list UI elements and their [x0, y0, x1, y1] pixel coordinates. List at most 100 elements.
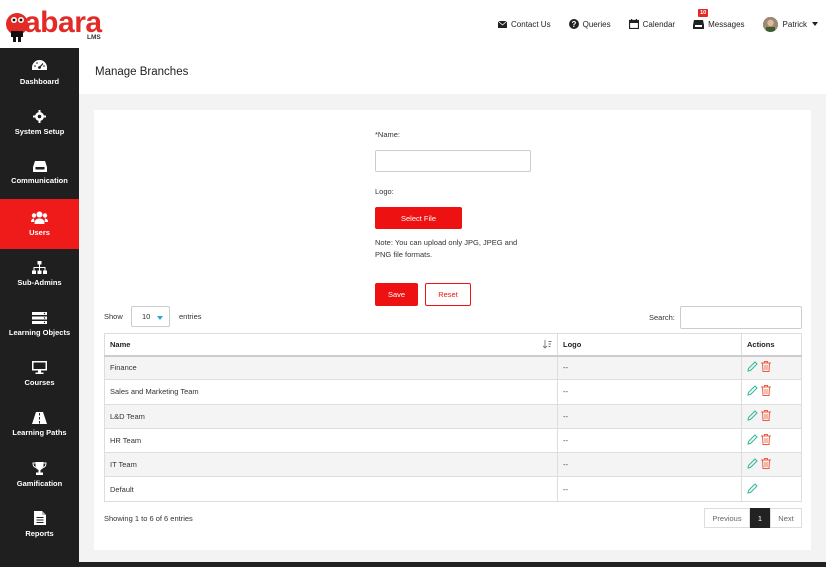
nav-calendar-label: Calendar — [642, 19, 676, 29]
nav-contact-us[interactable]: Contact Us — [498, 20, 551, 29]
search-label: Search: — [649, 313, 675, 322]
cell-logo: -- — [557, 476, 742, 502]
calendar-icon — [628, 19, 639, 29]
sidebar-label: Learning Paths — [12, 427, 67, 437]
avatar — [762, 16, 778, 32]
table-row: HR Team -- — [104, 427, 802, 454]
file-icon — [33, 511, 46, 526]
trash-icon[interactable] — [761, 385, 771, 397]
messages-badge: 10 — [698, 8, 709, 17]
cell-name: Default — [104, 476, 558, 502]
pencil-icon[interactable] — [747, 410, 758, 421]
pagination-next[interactable]: Next — [770, 508, 802, 528]
branches-table: Name Logo Actions Finance -- Sales and M… — [104, 333, 802, 502]
page-title: Manage Branches — [95, 66, 189, 78]
users-icon — [31, 211, 48, 224]
cell-actions — [741, 427, 802, 454]
sidebar-label: Reports — [25, 529, 54, 539]
top-header: abara LMS Contact Us ? Queries Calendar … — [0, 0, 826, 48]
nav-queries-label: Queries — [582, 19, 611, 29]
table-row: Finance -- — [104, 354, 802, 381]
entries-select-value: 10 — [142, 312, 151, 321]
caret-down-icon — [157, 316, 163, 320]
pencil-icon[interactable] — [747, 385, 758, 397]
user-photo-icon — [762, 16, 778, 32]
cell-logo: -- — [557, 403, 742, 429]
name-input[interactable] — [375, 150, 531, 172]
user-name: Patrick — [782, 19, 807, 29]
gear-icon — [33, 110, 46, 124]
inbox-icon — [32, 161, 47, 173]
logo-label: Logo: — [375, 187, 394, 196]
nav-messages-label: Messages — [708, 19, 745, 29]
cell-actions — [741, 452, 802, 478]
sidebar-item-learning-objects[interactable]: Learning Objects — [0, 299, 79, 349]
select-file-button[interactable]: Select File — [375, 207, 462, 229]
brand-sub: LMS — [87, 34, 101, 41]
column-header-actions: Actions — [741, 333, 802, 357]
pagination: Previous 1 Next — [704, 508, 802, 528]
table-info: Showing 1 to 6 of 6 entries — [104, 514, 193, 523]
pagination-page-1[interactable]: 1 — [750, 508, 770, 528]
show-label: Show — [104, 312, 123, 321]
entries-select[interactable]: 10 — [131, 306, 170, 327]
table-row: Sales and Marketing Team -- — [104, 379, 802, 405]
question-circle-icon: ? — [568, 19, 579, 29]
trash-icon[interactable] — [761, 434, 771, 446]
sidebar-item-reports[interactable]: Reports — [0, 500, 79, 550]
sidebar-item-sub-admins[interactable]: Sub-Admins — [0, 249, 79, 299]
cell-name: Sales and Marketing Team — [104, 379, 558, 405]
table-row: IT Team -- — [104, 452, 802, 478]
monitor-icon — [32, 361, 47, 375]
nav-calendar[interactable]: Calendar — [628, 19, 676, 29]
sidebar-label: Users — [29, 227, 50, 237]
sidebar-item-users[interactable]: Users — [0, 198, 79, 249]
name-label: *Name: — [375, 130, 401, 139]
search-input[interactable] — [680, 306, 802, 329]
envelope-icon — [498, 20, 508, 28]
pencil-icon[interactable] — [747, 482, 758, 494]
reset-button[interactable]: Reset — [425, 283, 471, 306]
cell-logo: -- — [557, 379, 742, 405]
pencil-icon[interactable] — [747, 361, 758, 373]
svg-text:?: ? — [571, 20, 576, 29]
trash-icon[interactable] — [761, 458, 771, 470]
sidebar-item-courses[interactable]: Courses — [0, 349, 79, 399]
brand-logo[interactable]: abara LMS — [4, 4, 114, 46]
server-icon — [32, 311, 47, 324]
column-header-logo[interactable]: Logo — [557, 333, 742, 357]
bottom-bar — [79, 562, 826, 567]
cell-name: IT Team — [104, 452, 558, 478]
sidebar-label: Dashboard — [19, 77, 60, 87]
sidebar-item-communication[interactable]: Communication — [0, 148, 79, 198]
sitemap-icon — [32, 260, 47, 274]
sidebar: Dashboard System Setup Communication Use… — [0, 48, 79, 567]
sidebar-label: Sub-Admins — [17, 277, 62, 287]
entries-label: entries — [179, 312, 202, 321]
dashboard-icon — [32, 60, 47, 71]
sidebar-label: System Setup — [14, 127, 65, 137]
sidebar-label: Courses — [24, 378, 55, 388]
nav-queries[interactable]: ? Queries — [568, 19, 611, 29]
pencil-icon[interactable] — [747, 434, 758, 445]
trash-icon[interactable] — [761, 409, 771, 421]
upload-note: Note: You can upload only JPG, JPEG and … — [375, 238, 518, 259]
cell-name: HR Team — [104, 427, 558, 454]
sidebar-item-dashboard[interactable]: Dashboard — [0, 48, 79, 98]
pagination-previous[interactable]: Previous — [704, 508, 750, 528]
cell-actions — [741, 403, 802, 429]
nav-messages[interactable]: 10 Messages — [693, 8, 745, 29]
sidebar-label: Communication — [11, 176, 68, 186]
pencil-icon[interactable] — [747, 458, 758, 469]
column-header-name[interactable]: Name — [104, 333, 558, 357]
trash-icon[interactable] — [761, 361, 771, 373]
cell-logo: -- — [557, 354, 742, 381]
sidebar-item-learning-paths[interactable]: Learning Paths — [0, 399, 79, 449]
user-menu[interactable]: Patrick — [762, 16, 818, 32]
sidebar-item-system-setup[interactable]: System Setup — [0, 98, 79, 148]
save-button[interactable]: Save — [375, 283, 418, 306]
nav-contact-label: Contact Us — [511, 19, 551, 29]
sidebar-item-gamification[interactable]: Gamification — [0, 450, 79, 500]
sidebar-label: Learning Objects — [8, 327, 71, 337]
page-header: Manage Branches — [79, 48, 826, 94]
